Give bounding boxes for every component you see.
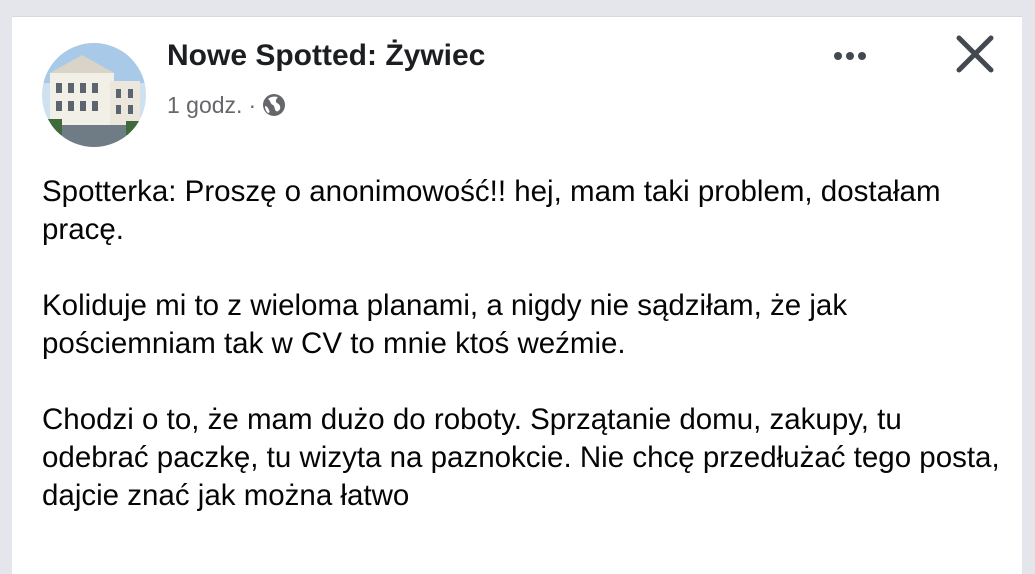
post-paragraph: Spotterka: Proszę o anonimowość!! hej, m… bbox=[42, 175, 941, 246]
post-paragraph: Chodzi o to, że mam dużo do roboty. Sprz… bbox=[42, 403, 1000, 512]
post-body: Spotterka: Proszę o anonimowość!! hej, m… bbox=[42, 173, 1002, 553]
globe-icon[interactable] bbox=[262, 93, 286, 117]
page-avatar[interactable] bbox=[42, 43, 146, 147]
post-meta: 1 godz. · bbox=[167, 89, 286, 121]
close-icon bbox=[956, 35, 994, 73]
close-button[interactable] bbox=[952, 31, 998, 77]
post-card: Nowe Spotted: Żywiec 1 godz. · Spotterka… bbox=[12, 16, 1022, 574]
building-photo-icon bbox=[42, 43, 146, 147]
feed-background bbox=[0, 0, 1035, 16]
more-options-button[interactable] bbox=[830, 41, 870, 71]
post-timestamp[interactable]: 1 godz. bbox=[167, 92, 242, 119]
post-paragraph: Koliduje mi to z wieloma planami, a nigd… bbox=[42, 289, 848, 360]
page-name-link[interactable]: Nowe Spotted: Żywiec bbox=[167, 39, 485, 73]
page: Nowe Spotted: Żywiec 1 godz. · Spotterka… bbox=[0, 0, 1035, 574]
more-options-icon bbox=[834, 52, 866, 60]
meta-separator: · bbox=[248, 91, 257, 118]
